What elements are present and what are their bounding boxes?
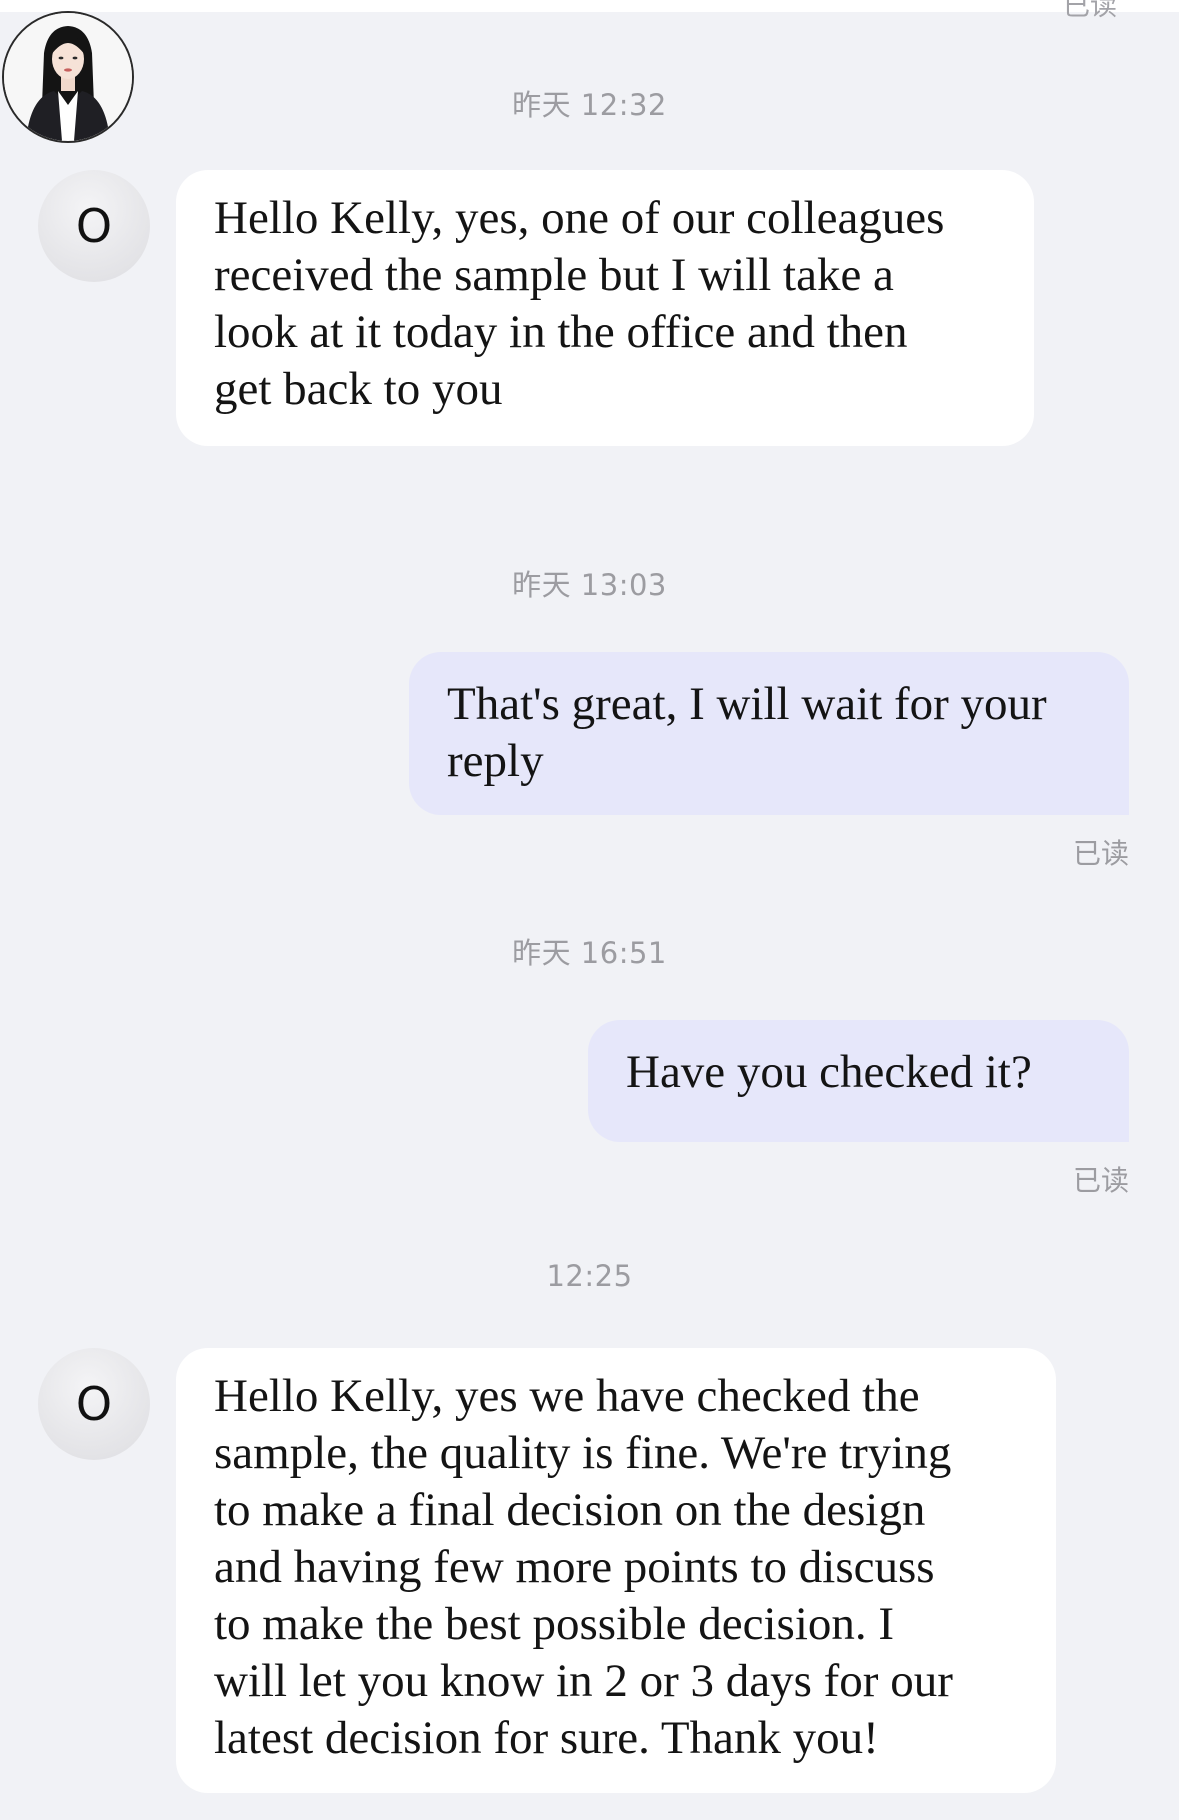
message-timestamp: 昨天 16:51 — [512, 936, 667, 970]
outgoing-message-bubble[interactable]: Have you checked it? — [588, 1020, 1129, 1142]
message-timestamp: 昨天 12:32 — [512, 88, 667, 122]
previous-read-receipt: 已读 — [1063, 0, 1117, 22]
contact-avatar[interactable]: O — [38, 1348, 150, 1460]
contact-avatar[interactable]: O — [38, 170, 150, 282]
top-strip — [0, 0, 1179, 12]
read-receipt: 已读 — [1072, 1164, 1129, 1197]
message-timestamp: 昨天 13:03 — [512, 568, 667, 602]
read-receipt: 已读 — [1072, 837, 1129, 870]
outgoing-message-bubble[interactable]: That's great, I will wait for your reply — [409, 652, 1129, 815]
message-timestamp: 12:25 — [546, 1259, 633, 1293]
incoming-message-bubble[interactable]: Hello Kelly, yes, one of our colleagues … — [176, 170, 1034, 446]
incoming-message-bubble[interactable]: Hello Kelly, yes we have checked the sam… — [176, 1348, 1056, 1793]
